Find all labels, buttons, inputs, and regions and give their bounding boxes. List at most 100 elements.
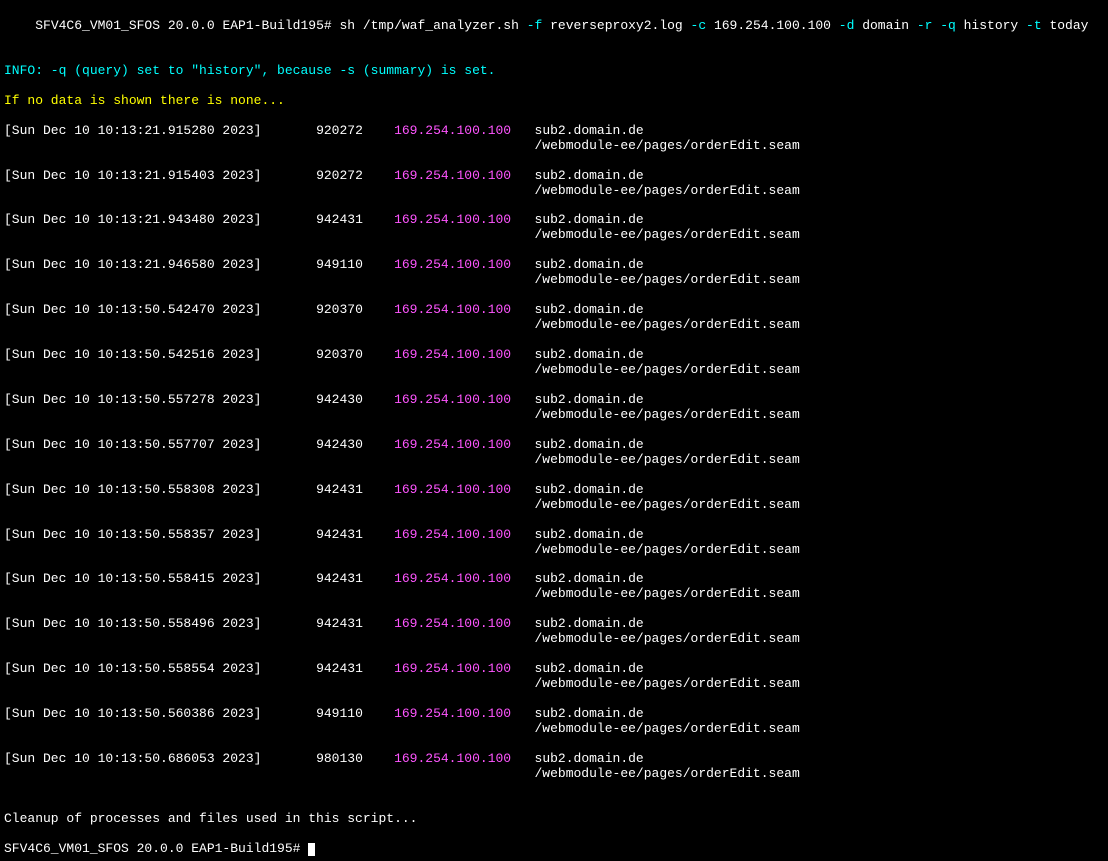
flag-c: -c bbox=[691, 18, 707, 33]
log-timestamp: [Sun Dec 10 10:13:50.558308 2023] bbox=[4, 482, 316, 497]
log-rule-id: 942430 bbox=[316, 437, 394, 452]
log-domain: sub2.domain.de bbox=[535, 302, 644, 317]
log-timestamp: [Sun Dec 10 10:13:50.558415 2023] bbox=[4, 571, 316, 586]
log-domain: sub2.domain.de bbox=[535, 751, 644, 766]
log-entry-path: /webmodule-ee/pages/orderEdit.seam bbox=[4, 363, 1104, 378]
flag-r: -r bbox=[917, 18, 940, 33]
log-entry: [Sun Dec 10 10:13:50.560386 2023] 949110… bbox=[4, 707, 1104, 722]
log-container: [Sun Dec 10 10:13:21.915280 2023] 920272… bbox=[4, 124, 1104, 782]
log-timestamp: [Sun Dec 10 10:13:50.557707 2023] bbox=[4, 437, 316, 452]
log-rule-id: 920370 bbox=[316, 302, 394, 317]
info-line: INFO: -q (query) set to "history", becau… bbox=[4, 64, 1104, 79]
log-entry-path: /webmodule-ee/pages/orderEdit.seam bbox=[4, 453, 1104, 468]
log-timestamp: [Sun Dec 10 10:13:21.946580 2023] bbox=[4, 257, 316, 272]
log-entry-path: /webmodule-ee/pages/orderEdit.seam bbox=[4, 587, 1104, 602]
log-ip: 169.254.100.100 bbox=[394, 257, 534, 272]
log-rule-id: 949110 bbox=[316, 706, 394, 721]
log-entry: [Sun Dec 10 10:13:50.558554 2023] 942431… bbox=[4, 662, 1104, 677]
log-entry-path: /webmodule-ee/pages/orderEdit.seam bbox=[4, 408, 1104, 423]
log-rule-id: 920370 bbox=[316, 347, 394, 362]
log-domain: sub2.domain.de bbox=[535, 661, 644, 676]
log-entry: [Sun Dec 10 10:13:50.557707 2023] 942430… bbox=[4, 438, 1104, 453]
log-ip: 169.254.100.100 bbox=[394, 123, 534, 138]
log-ip: 169.254.100.100 bbox=[394, 212, 534, 227]
log-path: /webmodule-ee/pages/orderEdit.seam bbox=[535, 138, 800, 153]
flag-f: -f bbox=[527, 18, 543, 33]
arg-f: reverseproxy2.log bbox=[542, 18, 690, 33]
log-ip: 169.254.100.100 bbox=[394, 302, 534, 317]
log-domain: sub2.domain.de bbox=[535, 527, 644, 542]
shell-prompt-ready[interactable]: SFV4C6_VM01_SFOS 20.0.0 EAP1-Build195# bbox=[4, 842, 1104, 857]
log-ip: 169.254.100.100 bbox=[394, 347, 534, 362]
arg-q: history bbox=[956, 18, 1026, 33]
log-rule-id: 942431 bbox=[316, 661, 394, 676]
log-path: /webmodule-ee/pages/orderEdit.seam bbox=[535, 452, 800, 467]
log-domain: sub2.domain.de bbox=[535, 257, 644, 272]
log-path: /webmodule-ee/pages/orderEdit.seam bbox=[535, 227, 800, 242]
log-domain: sub2.domain.de bbox=[535, 392, 644, 407]
log-rule-id: 942431 bbox=[316, 571, 394, 586]
log-domain: sub2.domain.de bbox=[535, 482, 644, 497]
log-entry-path: /webmodule-ee/pages/orderEdit.seam bbox=[4, 498, 1104, 513]
log-path: /webmodule-ee/pages/orderEdit.seam bbox=[535, 407, 800, 422]
log-timestamp: [Sun Dec 10 10:13:50.557278 2023] bbox=[4, 392, 316, 407]
log-ip: 169.254.100.100 bbox=[394, 706, 534, 721]
log-rule-id: 942431 bbox=[316, 482, 394, 497]
log-entry-path: /webmodule-ee/pages/orderEdit.seam bbox=[4, 184, 1104, 199]
log-path: /webmodule-ee/pages/orderEdit.seam bbox=[535, 721, 800, 736]
log-path: /webmodule-ee/pages/orderEdit.seam bbox=[535, 766, 800, 781]
log-rule-id: 942431 bbox=[316, 616, 394, 631]
arg-t: today bbox=[1042, 18, 1089, 33]
log-path: /webmodule-ee/pages/orderEdit.seam bbox=[535, 272, 800, 287]
log-ip: 169.254.100.100 bbox=[394, 482, 534, 497]
log-path: /webmodule-ee/pages/orderEdit.seam bbox=[535, 631, 800, 646]
log-domain: sub2.domain.de bbox=[535, 437, 644, 452]
log-ip: 169.254.100.100 bbox=[394, 527, 534, 542]
log-entry-path: /webmodule-ee/pages/orderEdit.seam bbox=[4, 543, 1104, 558]
log-entry: [Sun Dec 10 10:13:21.946580 2023] 949110… bbox=[4, 258, 1104, 273]
log-ip: 169.254.100.100 bbox=[394, 616, 534, 631]
log-entry: [Sun Dec 10 10:13:50.558415 2023] 942431… bbox=[4, 572, 1104, 587]
terminal-output[interactable]: SFV4C6_VM01_SFOS 20.0.0 EAP1-Build195# s… bbox=[4, 4, 1104, 857]
log-entry: [Sun Dec 10 10:13:50.686053 2023] 980130… bbox=[4, 752, 1104, 767]
log-entry: [Sun Dec 10 10:13:21.943480 2023] 942431… bbox=[4, 213, 1104, 228]
log-rule-id: 980130 bbox=[316, 751, 394, 766]
log-path: /webmodule-ee/pages/orderEdit.seam bbox=[535, 542, 800, 557]
log-ip: 169.254.100.100 bbox=[394, 392, 534, 407]
flag-t: -t bbox=[1026, 18, 1042, 33]
log-path: /webmodule-ee/pages/orderEdit.seam bbox=[535, 497, 800, 512]
log-entry-path: /webmodule-ee/pages/orderEdit.seam bbox=[4, 767, 1104, 782]
log-timestamp: [Sun Dec 10 10:13:50.560386 2023] bbox=[4, 706, 316, 721]
log-rule-id: 920272 bbox=[316, 123, 394, 138]
log-ip: 169.254.100.100 bbox=[394, 571, 534, 586]
log-domain: sub2.domain.de bbox=[535, 168, 644, 183]
log-ip: 169.254.100.100 bbox=[394, 661, 534, 676]
log-rule-id: 949110 bbox=[316, 257, 394, 272]
log-entry-path: /webmodule-ee/pages/orderEdit.seam bbox=[4, 273, 1104, 288]
log-entry: [Sun Dec 10 10:13:50.558496 2023] 942431… bbox=[4, 617, 1104, 632]
log-entry-path: /webmodule-ee/pages/orderEdit.seam bbox=[4, 228, 1104, 243]
log-entry: [Sun Dec 10 10:13:50.558308 2023] 942431… bbox=[4, 483, 1104, 498]
log-timestamp: [Sun Dec 10 10:13:21.915280 2023] bbox=[4, 123, 316, 138]
arg-d: domain bbox=[854, 18, 916, 33]
log-timestamp: [Sun Dec 10 10:13:50.542470 2023] bbox=[4, 302, 316, 317]
log-timestamp: [Sun Dec 10 10:13:50.558496 2023] bbox=[4, 616, 316, 631]
log-timestamp: [Sun Dec 10 10:13:21.943480 2023] bbox=[4, 212, 316, 227]
log-timestamp: [Sun Dec 10 10:13:50.542516 2023] bbox=[4, 347, 316, 362]
log-entry: [Sun Dec 10 10:13:50.557278 2023] 942430… bbox=[4, 393, 1104, 408]
log-domain: sub2.domain.de bbox=[535, 347, 644, 362]
cmd-exec: sh /tmp/waf_analyzer.sh bbox=[339, 18, 526, 33]
cleanup-line: Cleanup of processes and files used in t… bbox=[4, 812, 1104, 827]
log-rule-id: 920272 bbox=[316, 168, 394, 183]
log-entry: [Sun Dec 10 10:13:50.558357 2023] 942431… bbox=[4, 528, 1104, 543]
log-entry: [Sun Dec 10 10:13:50.542470 2023] 920370… bbox=[4, 303, 1104, 318]
log-entry-path: /webmodule-ee/pages/orderEdit.seam bbox=[4, 677, 1104, 692]
log-domain: sub2.domain.de bbox=[535, 706, 644, 721]
log-rule-id: 942431 bbox=[316, 212, 394, 227]
flag-q: -q bbox=[940, 18, 956, 33]
log-ip: 169.254.100.100 bbox=[394, 437, 534, 452]
log-entry: [Sun Dec 10 10:13:21.915403 2023] 920272… bbox=[4, 169, 1104, 184]
log-ip: 169.254.100.100 bbox=[394, 751, 534, 766]
log-path: /webmodule-ee/pages/orderEdit.seam bbox=[535, 317, 800, 332]
log-domain: sub2.domain.de bbox=[535, 571, 644, 586]
